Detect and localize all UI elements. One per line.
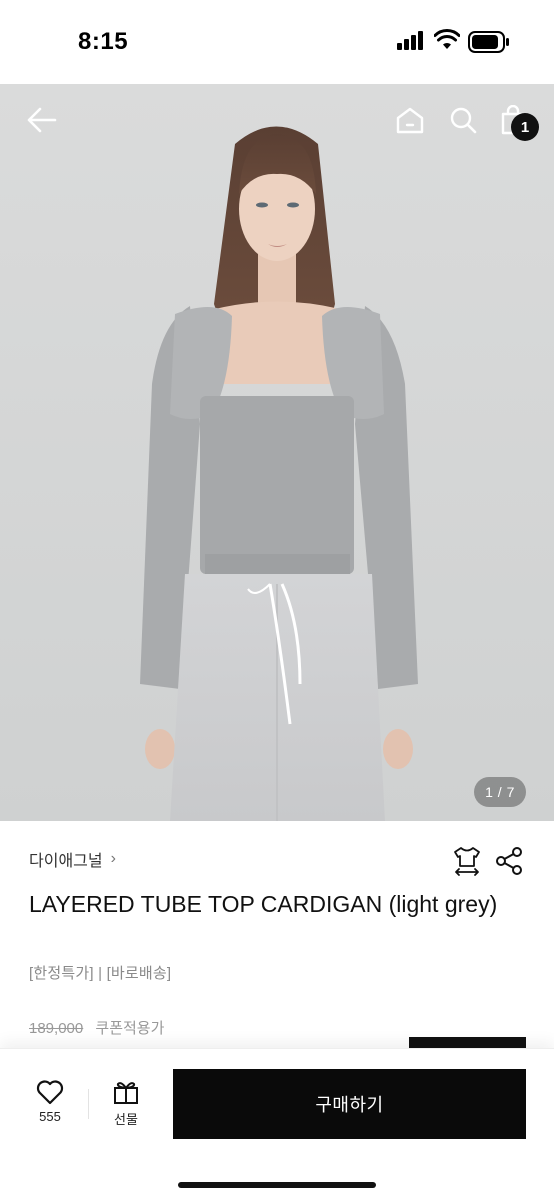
price-row: 189,000 쿠폰적용가 — [29, 1017, 164, 1038]
original-price: 189,000 — [29, 1020, 84, 1037]
chevron-right-icon: › — [110, 850, 116, 867]
brand-name: 다이애그널 — [29, 853, 103, 870]
gift-label: 선물 — [114, 1112, 138, 1127]
heart-icon — [36, 1080, 64, 1105]
gift-icon — [114, 1082, 138, 1104]
search-icon — [450, 107, 477, 134]
status-bar: 8:15 — [0, 0, 554, 84]
like-button[interactable]: 555 — [26, 1079, 74, 1124]
brand-link[interactable]: 다이애그널 › — [29, 847, 116, 871]
like-count: 555 — [39, 1109, 61, 1124]
tshirt-size-icon[interactable] — [451, 845, 483, 877]
wifi-icon — [434, 29, 460, 49]
signal-icon — [397, 31, 423, 50]
status-time: 8:15 — [78, 28, 129, 55]
home-indicator — [178, 1182, 376, 1188]
search-button[interactable] — [443, 100, 483, 140]
back-button[interactable] — [22, 100, 62, 140]
product-photo — [0, 84, 554, 821]
home-button[interactable] — [390, 100, 430, 140]
product-tags: [한정특가] | [바로배송] — [29, 965, 172, 982]
battery-icon — [468, 31, 509, 53]
coupon-price-label: 쿠폰적용가 — [95, 1020, 165, 1037]
home-icon — [396, 107, 424, 134]
product-image-gallery[interactable] — [0, 84, 554, 821]
arrow-left-icon — [27, 107, 57, 133]
image-counter: 1 / 7 — [474, 777, 526, 807]
gift-button[interactable]: 선물 — [104, 1079, 148, 1128]
share-icon[interactable] — [494, 846, 524, 876]
divider — [88, 1089, 89, 1119]
cart-count-badge: 1 — [511, 113, 539, 141]
buy-button[interactable]: 구매하기 — [173, 1069, 526, 1139]
bottom-action-bar: 555 선물 구매하기 — [0, 1048, 554, 1200]
product-title: LAYERED TUBE TOP CARDIGAN (light grey) — [29, 891, 498, 917]
